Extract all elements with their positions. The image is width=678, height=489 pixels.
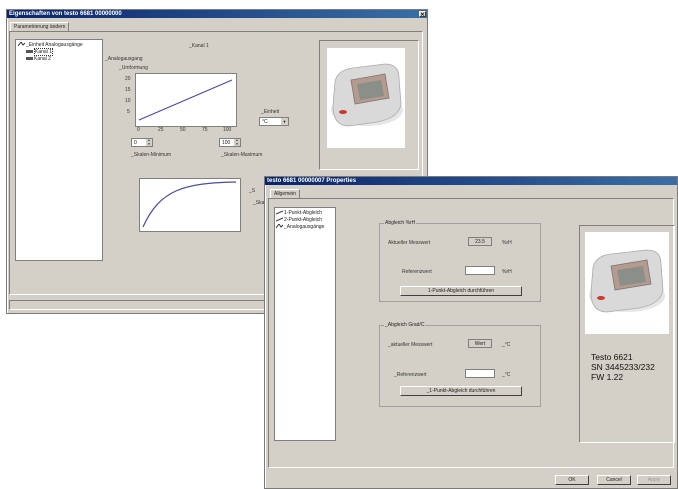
partial-label: _Ska: [253, 200, 265, 206]
tree-label: Kanal 2: [34, 56, 51, 62]
y-tick: 10: [125, 98, 131, 104]
channel-icon: [26, 49, 33, 54]
group-title: Abgleich %rH: [384, 220, 417, 226]
y-tick: 15: [125, 87, 131, 93]
tree-label: 1-Punkt-Abgleich: [284, 210, 323, 216]
tree-item-2punkt[interactable]: 2-Punkt-Abgleich: [275, 217, 323, 223]
calibration-icon: [275, 210, 284, 215]
back-window-titlebar: Eigenschaften von testo 6681 00000000 ✕: [7, 10, 427, 18]
x-tick: 0: [137, 127, 140, 133]
reference-input[interactable]: [465, 369, 495, 378]
spin-icon[interactable]: ▲ ▼: [146, 138, 152, 146]
analog-label: _Analogausgang: [105, 56, 143, 62]
x-tick: 75: [202, 127, 208, 133]
measured-value: Wert: [468, 339, 492, 348]
tab-allgemein[interactable]: Allgemein: [270, 189, 300, 198]
tree-label: Kanal 1: [34, 48, 53, 56]
x-tick: 50: [180, 127, 186, 133]
measured-label: _aktueller Messwert: [388, 342, 433, 348]
conversion-chart: [135, 73, 237, 127]
min-label: _Skalen-Minimum: [131, 152, 172, 158]
reference-input[interactable]: [465, 266, 495, 275]
device-firmware: FW 1.22: [591, 372, 624, 382]
measured-unit: _°C: [502, 342, 511, 348]
analog-output-icon: [275, 223, 284, 229]
front-window-titlebar: testo 6681 00000007 Properties: [265, 177, 677, 185]
x-tick: 25: [158, 127, 164, 133]
tree-label: _Analogausgänge: [284, 224, 325, 230]
spin-icon[interactable]: ▲ ▼: [234, 138, 240, 146]
measured-label: Aktueller Messwert: [388, 240, 431, 246]
front-window: testo 6681 00000007 Properties Allgemein…: [264, 176, 678, 489]
channel-icon: [26, 56, 33, 61]
response-curve-chart: [139, 178, 241, 232]
close-icon[interactable]: ✕: [419, 11, 426, 18]
tab-parametrierung[interactable]: Parametrierung ändern: [10, 22, 70, 31]
reference-label: _Referenzwert: [394, 372, 427, 378]
partial-label: _S: [249, 188, 256, 194]
calibration-icon: [275, 217, 284, 222]
device-image: [585, 232, 669, 334]
back-tree: _Einheit Analogausgänge Kanal 1 Kanal 2: [15, 39, 103, 261]
analog-output-icon: [17, 41, 26, 47]
response-curve: [142, 181, 237, 228]
front-tree: 1-Punkt-Abgleich 2-Punkt-Abgleich _Analo…: [274, 207, 336, 441]
back-window-title: Eigenschaften von testo 6681 00000000: [9, 11, 122, 17]
reference-label: Referenzwert: [402, 269, 432, 275]
channel-heading: _Kanal 1: [189, 43, 209, 49]
x-tick: 100: [223, 127, 232, 133]
calibrate-c-button[interactable]: _1-Punkt-Abgleich durchführen: [400, 386, 522, 396]
front-window-title: testo 6681 00000007 Properties: [267, 178, 357, 184]
max-label: _Skalen-Maximum: [221, 152, 263, 158]
tree-item-1punkt[interactable]: 1-Punkt-Abgleich: [275, 210, 323, 216]
y-tick: 5: [127, 109, 130, 115]
ok-button[interactable]: OK: [555, 475, 589, 485]
device-serial: SN 3445233/232: [591, 362, 655, 372]
unit-value: °C: [262, 119, 268, 125]
unit-select[interactable]: °C ▼: [259, 117, 289, 126]
group-abgleich-c: _Abgleich Grad/C _aktueller Messwert Wer…: [379, 322, 541, 407]
group-abgleich-rh: Abgleich %rH Aktueller Messwert 23.5 %rH…: [379, 220, 541, 302]
measured-value: 23.5: [468, 237, 492, 246]
tree-item-analog[interactable]: _Analogausgänge: [275, 223, 325, 230]
conversion-line: [138, 79, 233, 121]
apply-button[interactable]: Apply: [637, 475, 671, 485]
cancel-button[interactable]: Cancel: [597, 475, 631, 485]
unit-label: _Einheit: [261, 109, 280, 115]
max-value: 100: [222, 140, 231, 146]
reference-unit: _°C: [502, 372, 511, 378]
chevron-down-icon[interactable]: ▼: [281, 118, 288, 125]
device-model: Testo 6621: [591, 352, 633, 362]
reference-unit: %rH: [502, 269, 512, 275]
min-stepper[interactable]: 0 ▲ ▼: [131, 138, 153, 147]
tree-label: 2-Punkt-Abgleich: [284, 217, 323, 223]
max-stepper[interactable]: 100 ▲ ▼: [219, 138, 241, 147]
tree-item-kanal2[interactable]: Kanal 2: [26, 56, 51, 62]
tree-item-kanal1[interactable]: Kanal 1: [26, 48, 53, 56]
group-title: _Abgleich Grad/C: [384, 322, 426, 328]
device-image: [327, 48, 405, 148]
min-value: 0: [134, 140, 137, 146]
measured-unit: %rH: [502, 240, 512, 246]
y-tick: 20: [125, 76, 131, 82]
calibrate-rh-button[interactable]: 1-Punkt-Abgleich durchführen: [400, 286, 522, 296]
chart-label: _Umformung: [119, 65, 148, 71]
